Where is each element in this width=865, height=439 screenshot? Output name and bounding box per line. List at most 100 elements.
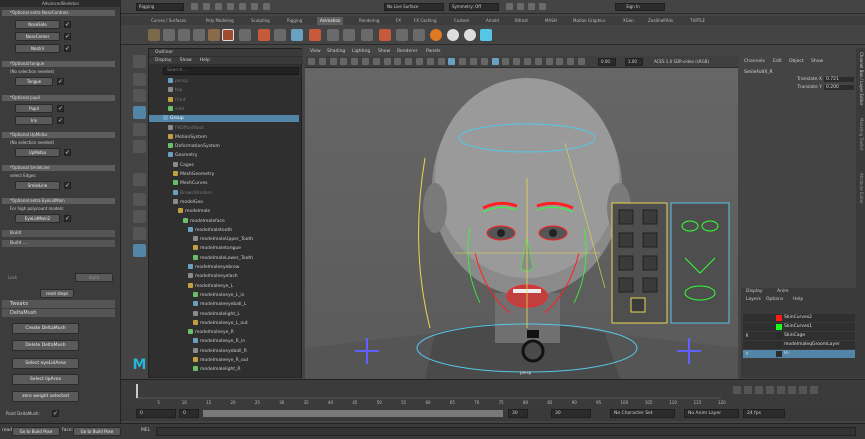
tab-zooshelfadv[interactable]: ZooShelfAdv	[645, 17, 676, 25]
outliner-row[interactable]: modelmaleeyeball_R	[149, 347, 299, 355]
layer-visibility-toggle[interactable]: V	[744, 351, 750, 357]
go-to-end-icon[interactable]	[810, 386, 818, 394]
range-start-inner-field[interactable]: 0	[179, 409, 199, 418]
workspace-dropdown[interactable]: Rigging	[136, 3, 184, 11]
select-eyelidarea-button[interactable]: Select eyeLidArea	[12, 358, 79, 369]
tab-poly-modeling[interactable]: Poly Modeling	[203, 17, 237, 25]
range-end-inner-field[interactable]: 30	[508, 409, 528, 418]
set-key-icon[interactable]	[148, 29, 160, 41]
outliner-row[interactable]: modelmaleeye_L	[149, 282, 299, 290]
graph-editor-icon[interactable]	[178, 29, 190, 41]
reset-steps-button[interactable]: reset steps	[40, 289, 74, 298]
viewport-toolbar-icon[interactable]	[394, 58, 402, 65]
range-slider[interactable]	[203, 410, 503, 417]
delete-deltamush-button[interactable]: Delete DeltaMush	[12, 340, 79, 351]
smileline-checkbox[interactable]: ✓	[64, 182, 71, 189]
component-mode-icon[interactable]	[203, 3, 210, 10]
hypershade-icon[interactable]	[539, 3, 546, 10]
motion-trail-icon[interactable]	[208, 29, 220, 41]
range-start-field[interactable]: 0	[136, 409, 176, 418]
vp-menu-view[interactable]: View	[310, 49, 321, 54]
pupil-button[interactable]: Pupil	[15, 104, 53, 113]
upmidlo-button[interactable]: UpMidLo	[15, 148, 60, 157]
viewport-3d[interactable]: persp	[305, 68, 738, 379]
layer-menu-options[interactable]: Options	[766, 297, 783, 302]
tab-motion-graphics[interactable]: Motion Graphics	[570, 17, 609, 25]
viewport-toolbar-icon[interactable]	[416, 58, 423, 65]
paint-deltamush-checkbox[interactable]: ✓	[52, 410, 59, 417]
side-tab-attribute-editor[interactable]: Attribute Editor	[857, 173, 864, 223]
pole-vector-icon[interactable]	[379, 29, 391, 41]
aim-constraint-icon[interactable]	[396, 29, 408, 41]
symmetry-dropdown[interactable]: Symmetry: Off	[449, 3, 499, 11]
paint-weights-icon[interactable]	[309, 29, 321, 41]
tab-rigging[interactable]: Rigging	[284, 17, 305, 25]
outliner-row[interactable]: side	[149, 105, 299, 113]
vp-menu-lighting[interactable]: Lighting	[352, 49, 370, 54]
viewport-toolbar-icon[interactable]	[448, 58, 456, 65]
viewport-toolbar-icon[interactable]	[372, 58, 380, 65]
vp-menu-panels[interactable]: Panels	[426, 49, 440, 54]
cb-menu-show[interactable]: Show	[811, 59, 823, 64]
side-tab-channel-box[interactable]: Channel Box / Layer Editor	[857, 52, 864, 112]
viewport-toolbar-icon[interactable]	[556, 58, 564, 65]
layer-menu-layers[interactable]: Layers	[746, 297, 761, 302]
face-icon[interactable]	[447, 29, 459, 41]
paint-select-icon[interactable]	[133, 89, 146, 102]
tab-mash[interactable]: MASH	[542, 17, 560, 25]
scale-tool-icon[interactable]	[133, 140, 146, 153]
vp-menu-show[interactable]: Show	[378, 49, 390, 54]
snap-point-icon[interactable]	[239, 3, 246, 10]
layer-visibility-toggle[interactable]: R	[744, 333, 750, 339]
persp-outliner-icon[interactable]	[133, 227, 146, 240]
viewport-toolbar-icon[interactable]	[459, 58, 467, 65]
viewport-toolbar-icon[interactable]	[545, 58, 553, 65]
layer-tab-anim[interactable]: Anim	[777, 289, 789, 294]
snap-grid-icon[interactable]	[215, 3, 222, 10]
outliner-row[interactable]: BrowsShaders	[149, 189, 299, 197]
layer-row[interactable]: V Hi	[743, 350, 855, 358]
layer-color-swatch[interactable]	[776, 342, 782, 348]
ghost-icon[interactable]	[222, 29, 234, 41]
point-constraint-icon[interactable]	[327, 29, 339, 41]
layer-color-swatch[interactable]	[776, 324, 782, 330]
outliner-row[interactable]: modelmaletooth	[149, 226, 299, 234]
viewport-toolbar-icon[interactable]	[362, 58, 369, 65]
viewport-toolbar-icon[interactable]	[318, 58, 326, 65]
viewport-toolbar-icon[interactable]	[437, 58, 445, 65]
tab-curves-surfaces[interactable]: Curves / Surfaces	[148, 17, 189, 25]
cb-attr-value[interactable]: 0.721	[824, 77, 854, 82]
pupil-checkbox[interactable]: ✓	[57, 105, 64, 112]
create-deltamush-button[interactable]: Create DeltaMush	[12, 323, 79, 334]
scale-constraint-icon[interactable]	[413, 29, 425, 41]
outliner-row[interactable]: MeshGeometry	[149, 171, 299, 178]
outliner-row[interactable]: DeformationSystem	[149, 143, 299, 150]
side-tab-modeling-toolkit[interactable]: Modeling Toolkit	[857, 118, 864, 168]
outliner-layout-icon[interactable]	[133, 244, 146, 257]
outliner-row[interactable]: modelmaleeye_R	[149, 329, 299, 336]
section-header-upmidlo[interactable]: *Optional UpMidLo	[2, 132, 115, 138]
step-back-key-icon[interactable]	[744, 386, 752, 394]
viewport-toolbar-icon[interactable]	[524, 58, 531, 65]
viewport-toolbar-icon[interactable]	[470, 58, 477, 65]
ik-handle-icon[interactable]	[274, 29, 286, 41]
outliner-row[interactable]: MotionSystem	[149, 133, 299, 141]
step-back-frame-icon[interactable]	[755, 386, 763, 394]
deltamush-frame[interactable]: DeltaMush	[2, 309, 115, 317]
layer-visibility-toggle[interactable]	[744, 324, 750, 330]
four-view-icon[interactable]	[133, 210, 146, 223]
viewport-toolbar-icon[interactable]	[480, 58, 488, 65]
eyelidmain2-checkbox[interactable]: ✓	[64, 215, 71, 222]
cb-attr-value[interactable]: 0.200	[824, 85, 854, 90]
layer-visibility-toggle[interactable]	[744, 315, 750, 321]
nostril-button[interactable]: Nostril	[15, 44, 60, 53]
section-header-tongue[interactable]: *Optional tongue	[2, 61, 115, 67]
cb-menu-object[interactable]: Object	[789, 59, 804, 64]
nose-side-checkbox[interactable]: ✓	[64, 21, 71, 28]
dope-sheet-icon[interactable]	[193, 29, 205, 41]
outliner-row[interactable]: modelmaletongue	[149, 245, 299, 252]
go-to-build-pose-face-button[interactable]: Go to Build Pose	[73, 427, 121, 436]
single-view-icon[interactable]	[133, 193, 146, 206]
orient-constraint-icon[interactable]	[343, 29, 355, 41]
outliner-row[interactable]: modelGeo	[149, 198, 299, 206]
